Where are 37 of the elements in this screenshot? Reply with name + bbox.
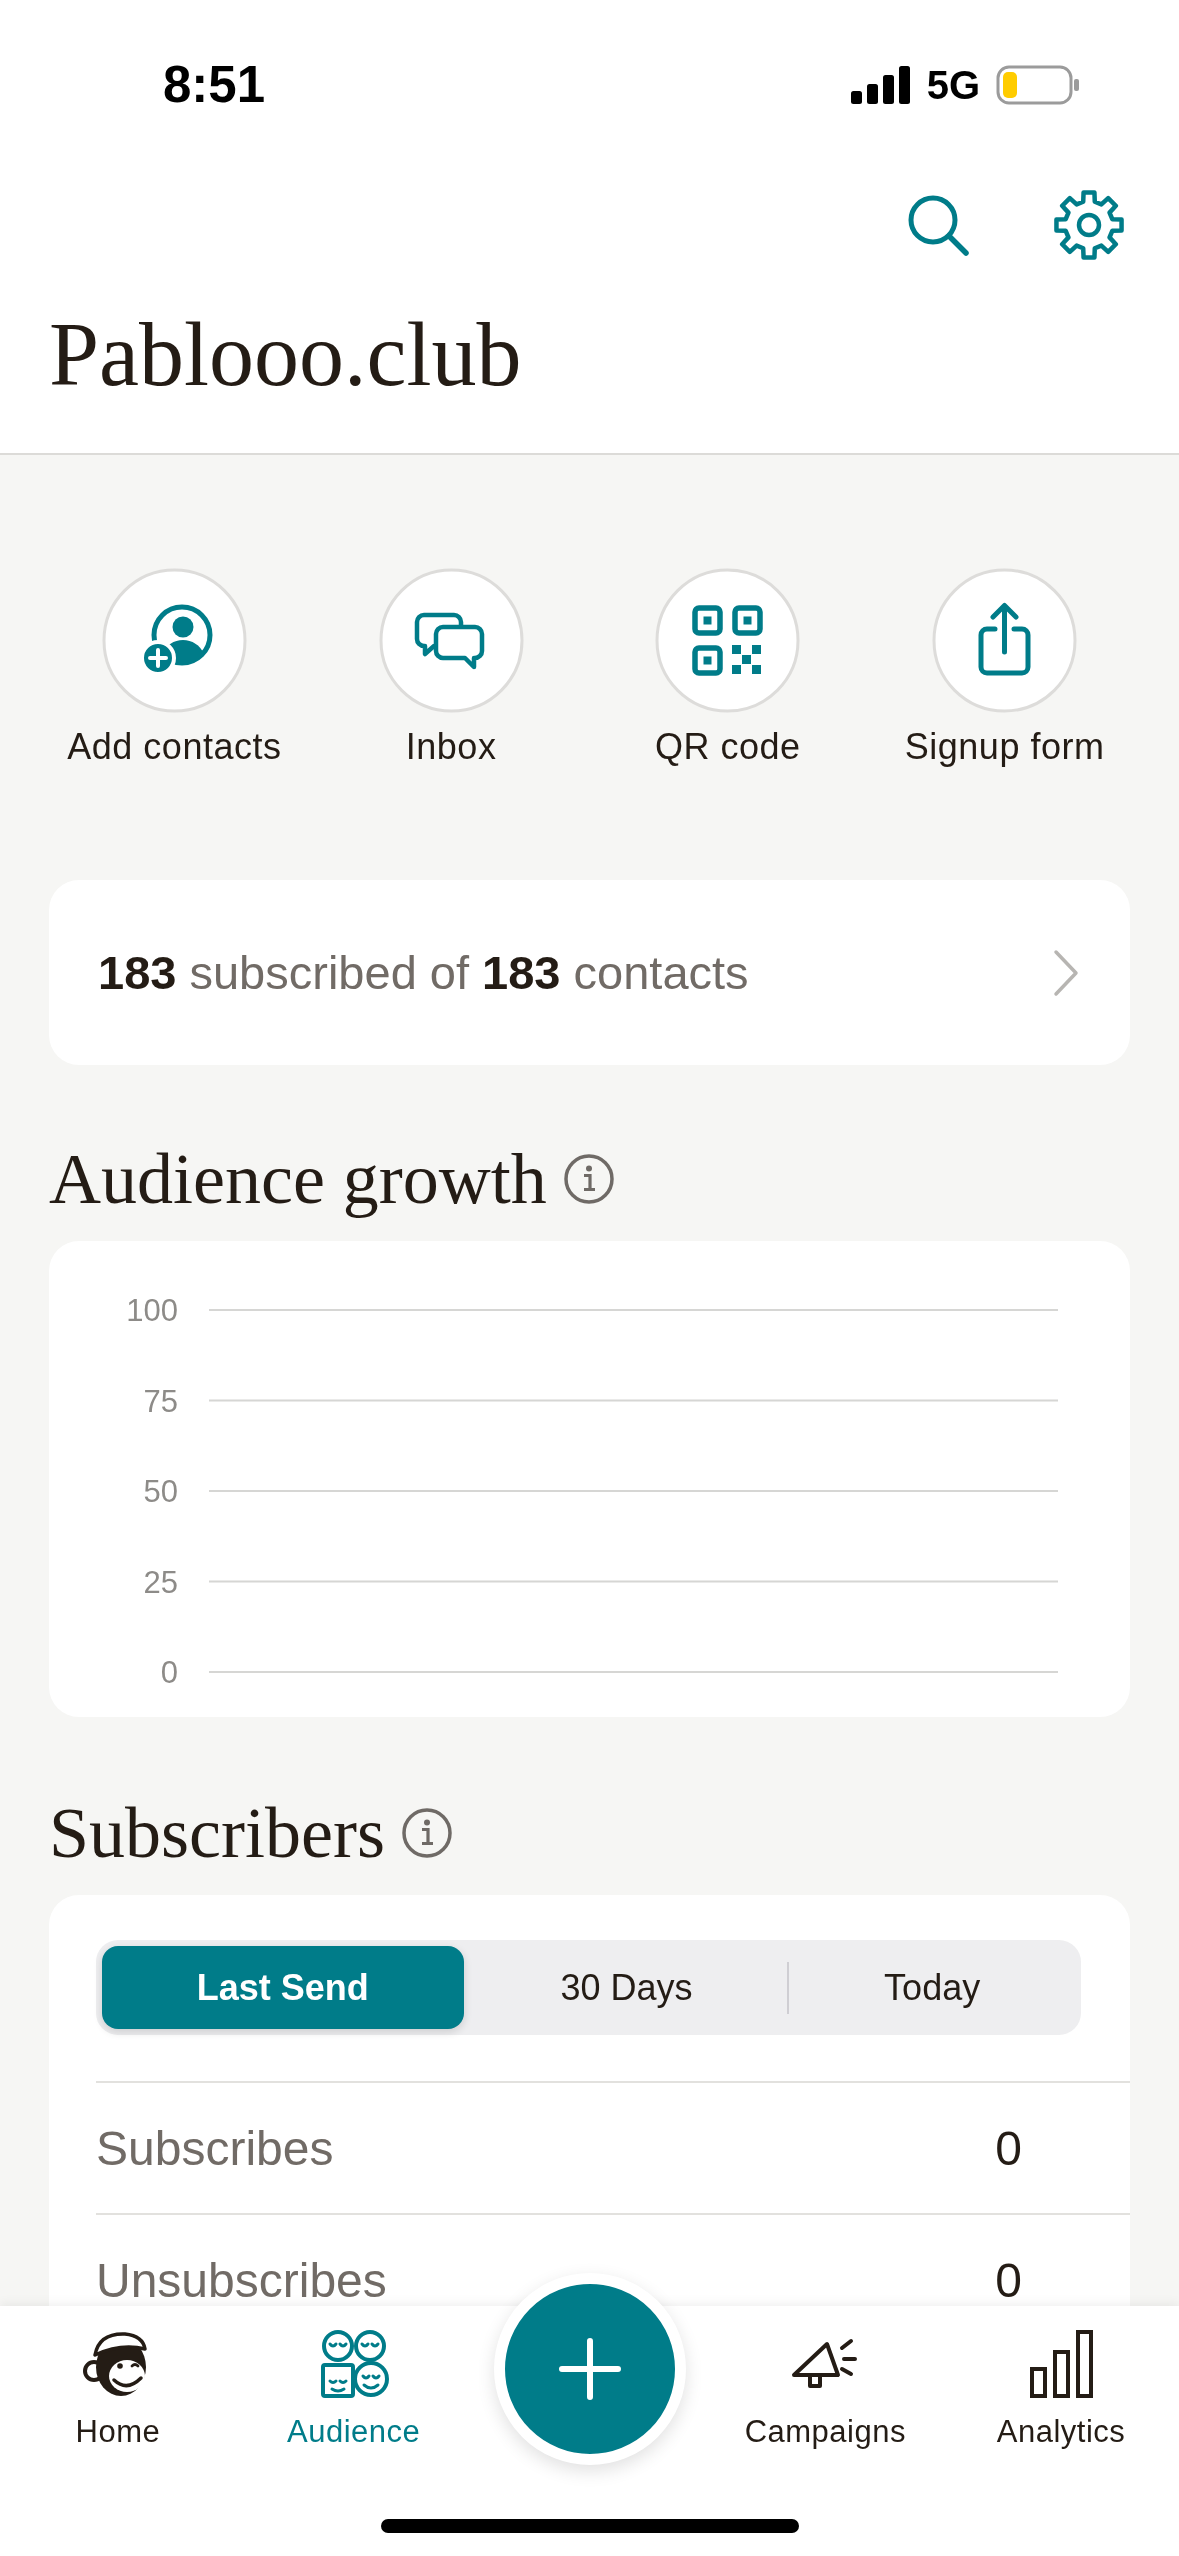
quick-action-button[interactable]: Signup form: [904, 568, 1105, 769]
stat-value: 0: [995, 2121, 1022, 2175]
tab-bar-item[interactable]: Campaigns: [744, 2329, 906, 2451]
qr-code-icon: [655, 568, 801, 713]
page-title: Pablooo.club: [49, 304, 522, 406]
summary-card[interactable]: 183 subscribed of 183 contacts: [49, 880, 1130, 1065]
tab-bar-item[interactable]: Home: [75, 2329, 161, 2451]
stat-value: 0: [995, 2253, 1022, 2306]
y-axis-label: 25: [143, 1564, 178, 1600]
segment-tab[interactable]: Today: [789, 1946, 1075, 2029]
quick-action-button[interactable]: QR code: [655, 568, 801, 769]
plus-icon: [557, 2337, 622, 2401]
info-icon[interactable]: [562, 1153, 615, 1205]
tab-bar-item[interactable]: Audience: [287, 2329, 421, 2451]
battery-icon: [996, 65, 1080, 105]
segment-tab[interactable]: 30 Days: [465, 1946, 788, 2029]
settings-icon[interactable]: [1053, 189, 1125, 261]
tab-bar-item[interactable]: Analytics: [996, 2329, 1126, 2451]
share-icon: [932, 568, 1078, 713]
chat-bubbles-icon: [378, 568, 524, 713]
y-axis-label: 100: [126, 1293, 178, 1328]
y-axis-label: 50: [143, 1474, 178, 1509]
y-axis-label: 75: [143, 1383, 178, 1419]
person-plus-icon: [101, 568, 247, 713]
section-title: Audience growth: [49, 1138, 547, 1221]
network-label: 5G: [926, 62, 980, 109]
section-title: Subscribers: [49, 1792, 385, 1875]
quick-action-button[interactable]: Add contacts: [67, 568, 282, 769]
y-axis-label: 0: [160, 1655, 178, 1690]
segment-tab[interactable]: Last Send: [102, 1946, 464, 2029]
stat-label: Unsubscribes: [96, 2253, 387, 2306]
quick-action-button[interactable]: Inbox: [378, 568, 524, 769]
status-time: 8:51: [163, 55, 266, 115]
signal-icon: [850, 66, 911, 104]
info-icon[interactable]: [400, 1807, 453, 1859]
stat-label: Subscribes: [96, 2121, 334, 2175]
chevron-right-icon: [1052, 947, 1080, 998]
